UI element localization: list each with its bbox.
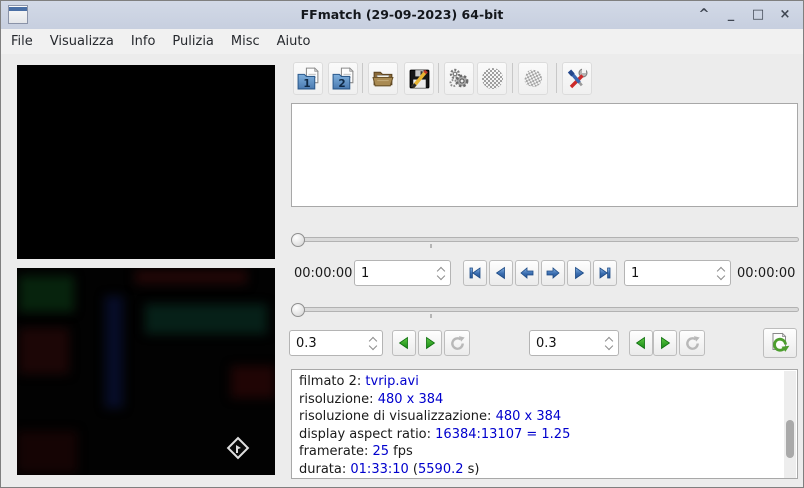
frame-spinner-left[interactable]: 1 [354, 260, 451, 286]
info-line: display aspect ratio: 16384:13107 = 1.25 [299, 426, 571, 442]
info-line: risoluzione di visualizzazione: 480 x 38… [299, 409, 562, 424]
reset-left-button [444, 330, 470, 356]
slider-track[interactable] [291, 307, 799, 312]
toolbar-separator [438, 63, 439, 93]
title-bar[interactable]: FFmatch (29-09-2023) 64-bit ^ _ □ × [1, 1, 803, 29]
spin-down-icon[interactable] [605, 345, 613, 350]
open-video-2-button[interactable]: 2 [328, 62, 358, 95]
skip-end-button[interactable] [593, 260, 617, 286]
process-gears-button[interactable] [444, 62, 474, 95]
step-spinner-left[interactable]: 0.3 [289, 330, 383, 356]
step-forward-button[interactable] [567, 260, 591, 286]
spin-up-icon[interactable] [717, 267, 725, 272]
seek-slider-1[interactable] [291, 232, 801, 248]
slider-thumb[interactable] [291, 302, 305, 317]
info-scrollbar[interactable] [784, 371, 796, 478]
open-video-1-button[interactable]: 1 [293, 62, 323, 95]
step-spinner-left-value[interactable]: 0.3 [290, 336, 364, 351]
menu-bar: File Visualizza Info Pulizia Misc Aiuto [1, 29, 803, 54]
nudge-back-left-button[interactable] [392, 330, 416, 356]
timecode-right: 00:00:00 [737, 266, 796, 281]
menu-item-visualizza[interactable]: Visualizza [50, 34, 114, 49]
spin-up-icon[interactable] [369, 337, 377, 342]
toolbar-separator [362, 63, 363, 93]
menu-item-info[interactable]: Info [131, 34, 156, 49]
match-list-panel[interactable] [291, 103, 798, 207]
spin-down-icon[interactable] [437, 275, 445, 280]
slider-tick [430, 314, 432, 318]
minimize-button[interactable]: _ [723, 1, 739, 29]
video-panel-2[interactable] [17, 268, 275, 475]
save-edit-button[interactable] [404, 62, 434, 95]
disabled-icon [522, 67, 544, 90]
spin-up-icon[interactable] [437, 267, 445, 272]
channel-logo-icon [226, 436, 250, 460]
seek-slider-2[interactable] [291, 302, 801, 318]
info-line: framerate: 25 fps [299, 444, 413, 459]
nudge-forward-left-button[interactable] [418, 330, 442, 356]
refresh-info-button[interactable] [763, 328, 797, 358]
disabled-action-2-button [518, 62, 548, 95]
info-line: durata: 01:33:10 (5590.2 s) [299, 461, 480, 477]
frame-spinner-left-value[interactable]: 1 [355, 266, 432, 281]
frame-spinner-right[interactable]: 1 [624, 260, 731, 286]
app-window: FFmatch (29-09-2023) 64-bit ^ _ □ × File… [0, 0, 804, 488]
step-spinner-right-value[interactable]: 0.3 [530, 336, 600, 351]
step-spinner-right[interactable]: 0.3 [529, 330, 619, 356]
frame-spinner-right-value[interactable]: 1 [625, 266, 712, 281]
spin-down-icon[interactable] [717, 275, 725, 280]
folder-2-number: 2 [338, 78, 345, 90]
toolbar-separator [512, 63, 513, 93]
settings-tools-button[interactable] [562, 62, 592, 95]
slider-tick [430, 244, 432, 248]
timecode-left: 00:00:00 [294, 266, 353, 281]
window-controls: ^ _ □ × [696, 1, 793, 29]
disabled-action-1-button [477, 62, 507, 95]
menu-item-aiuto[interactable]: Aiuto [277, 34, 311, 49]
folder-1-number: 1 [303, 78, 310, 90]
menu-item-pulizia[interactable]: Pulizia [172, 34, 213, 49]
nudge-back-right-button[interactable] [629, 330, 653, 356]
nudge-forward-right-button[interactable] [653, 330, 677, 356]
slider-thumb[interactable] [291, 232, 305, 247]
shade-button[interactable]: ^ [696, 1, 712, 29]
video-panel-1[interactable] [17, 65, 275, 259]
reset-right-button [679, 330, 705, 356]
spin-up-icon[interactable] [605, 337, 613, 342]
menu-item-misc[interactable]: Misc [231, 34, 260, 49]
toolbar-separator [556, 63, 557, 93]
info-text: filmato 2: tvrip.avi risoluzione: 480 x 3… [299, 373, 779, 478]
video-info-panel[interactable]: filmato 2: tvrip.avi risoluzione: 480 x 3… [291, 369, 798, 479]
slider-track[interactable] [291, 237, 799, 242]
scrollbar-thumb[interactable] [786, 420, 794, 458]
jump-back-button[interactable] [515, 260, 539, 286]
open-folder-button[interactable] [368, 62, 398, 95]
maximize-button[interactable]: □ [750, 1, 766, 29]
step-back-button[interactable] [489, 260, 513, 286]
menu-item-file[interactable]: File [11, 34, 33, 49]
spin-down-icon[interactable] [369, 345, 377, 350]
info-line: risoluzione: 480 x 384 [299, 391, 444, 407]
info-line: filmato 2: tvrip.avi [299, 374, 419, 389]
disabled-icon [481, 68, 503, 89]
window-title: FFmatch (29-09-2023) 64-bit [300, 7, 504, 22]
jump-forward-button[interactable] [541, 260, 565, 286]
skip-start-button[interactable] [463, 260, 487, 286]
close-button[interactable]: × [777, 1, 793, 29]
